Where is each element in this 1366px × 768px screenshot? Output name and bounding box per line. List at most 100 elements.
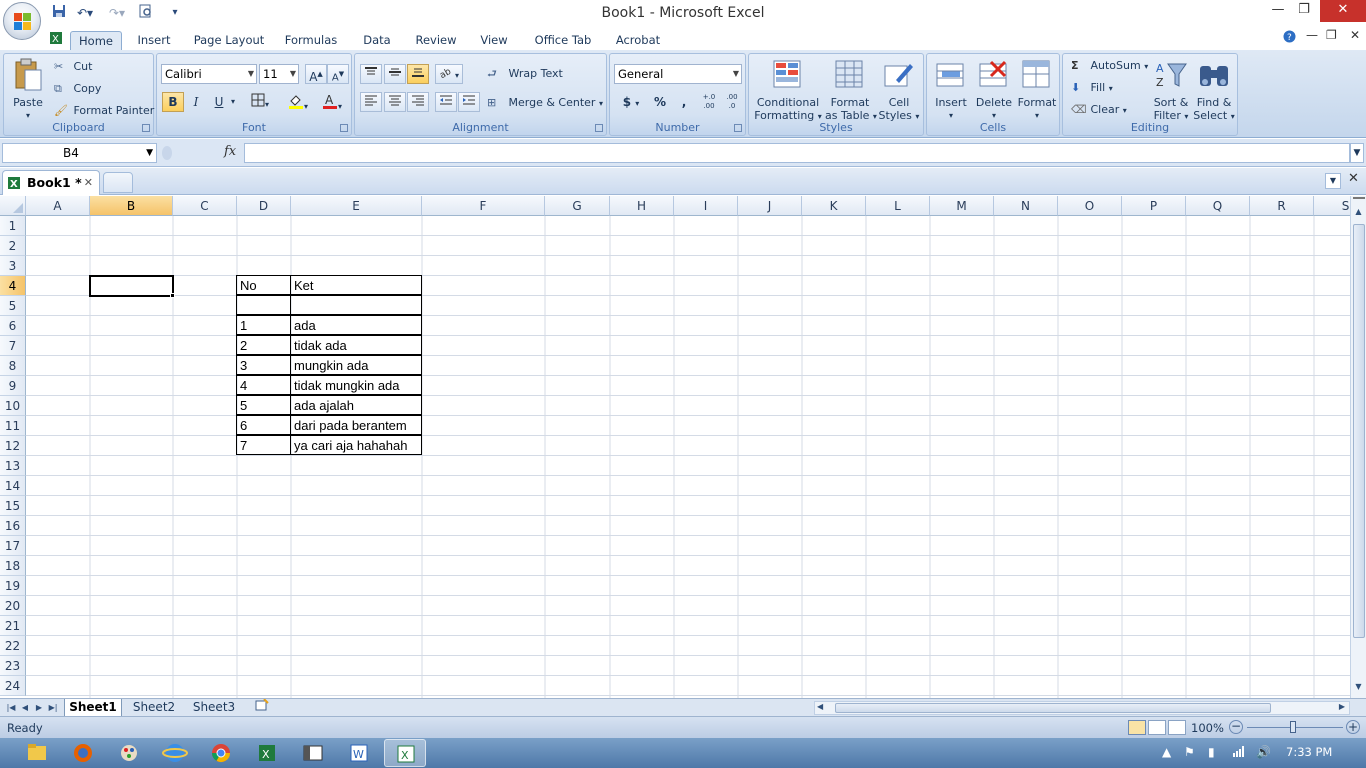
column-header-a[interactable]: A [26, 196, 90, 216]
scroll-up-icon[interactable]: ▲ [1351, 207, 1366, 221]
vertical-scrollbar[interactable]: ▲ ▼ [1350, 196, 1366, 698]
cell-d10[interactable]: 5 [236, 395, 291, 415]
cell-styles-button[interactable]: Cell Styles ▾ [877, 56, 921, 122]
alignment-dialog-launcher-icon[interactable] [595, 124, 603, 132]
percent-button[interactable]: % [649, 92, 671, 112]
column-header-k[interactable]: K [802, 196, 866, 216]
shrink-font-button[interactable]: A▼ [327, 64, 349, 84]
restore-icon[interactable]: ❐ [1290, 0, 1318, 22]
row-header-8[interactable]: 8 [0, 356, 26, 376]
clipboard-dialog-launcher-icon[interactable] [142, 124, 150, 132]
tab-data[interactable]: Data [360, 31, 394, 50]
sheet-tab-sheet1[interactable]: Sheet1 [64, 699, 122, 717]
column-header-g[interactable]: G [545, 196, 610, 216]
new-workbook-tab-button[interactable] [103, 172, 133, 193]
fill-color-button[interactable]: ▾ [283, 92, 313, 112]
zoom-slider-thumb[interactable] [1290, 721, 1296, 733]
font-color-button[interactable]: A ▾ [317, 92, 347, 112]
normal-view-icon[interactable] [1128, 720, 1146, 735]
ribbon-minimize-icon[interactable]: — [1306, 28, 1318, 42]
tab-office-tab[interactable]: Office Tab [530, 31, 596, 50]
bold-button[interactable]: B [162, 92, 184, 112]
row-header-17[interactable]: 17 [0, 536, 26, 556]
column-header-i[interactable]: I [674, 196, 738, 216]
column-header-j[interactable]: J [738, 196, 802, 216]
formula-input[interactable] [244, 143, 1350, 163]
orientation-icon[interactable]: ab ▾ [435, 64, 463, 84]
row-header-4[interactable]: 4 [0, 276, 26, 296]
name-box[interactable]: B4 ▼ [2, 143, 157, 163]
format-painter-button[interactable]: 🖌 Format Painter [54, 104, 154, 118]
cell-e8[interactable]: mungkin ada [290, 355, 422, 375]
tab-page-layout[interactable]: Page Layout [192, 31, 266, 50]
row-header-3[interactable]: 3 [0, 256, 26, 276]
cut-button[interactable]: ✂ Cut [54, 60, 92, 74]
volume-icon[interactable]: 🔊 [1256, 745, 1271, 759]
decrease-indent-icon[interactable] [435, 92, 457, 112]
increase-indent-icon[interactable] [458, 92, 480, 112]
column-header-b[interactable]: B [90, 196, 173, 216]
sort-filter-button[interactable]: AZ Sort & Filter ▾ [1151, 56, 1191, 122]
file-explorer-icon[interactable] [16, 739, 58, 767]
zoom-level[interactable]: 100% [1191, 721, 1224, 735]
row-header-16[interactable]: 16 [0, 516, 26, 536]
row-header-21[interactable]: 21 [0, 616, 26, 636]
zoom-in-icon[interactable]: + [1346, 720, 1360, 734]
office-button[interactable] [3, 2, 41, 40]
decrease-decimal-button[interactable]: .00 .0 [721, 92, 743, 112]
column-header-m[interactable]: M [930, 196, 994, 216]
row-header-18[interactable]: 18 [0, 556, 26, 576]
page-layout-view-icon[interactable] [1148, 720, 1166, 735]
column-header-s[interactable]: S [1314, 196, 1350, 216]
paste-button[interactable]: Paste ▾ [8, 56, 48, 120]
align-center-icon[interactable] [384, 92, 406, 112]
cell-d4[interactable]: No [236, 275, 291, 295]
column-header-h[interactable]: H [610, 196, 674, 216]
network-signal-icon[interactable] [1232, 745, 1246, 760]
comma-button[interactable]: , [673, 92, 695, 112]
font-name-select[interactable]: Calibri ▼ [161, 64, 257, 84]
page-break-view-icon[interactable] [1168, 720, 1186, 735]
expand-formula-bar-icon[interactable]: ▼ [1350, 143, 1364, 163]
last-sheet-icon[interactable]: ▶| [46, 700, 60, 715]
row-header-10[interactable]: 10 [0, 396, 26, 416]
font-dialog-launcher-icon[interactable] [340, 124, 348, 132]
chrome-icon[interactable] [200, 739, 242, 767]
workbook-tab-book1[interactable]: X Book1 * ✕ [2, 170, 100, 195]
row-header-5[interactable]: 5 [0, 296, 26, 316]
currency-button[interactable]: $ ▾ [616, 92, 646, 112]
column-header-p[interactable]: P [1122, 196, 1186, 216]
column-header-d[interactable]: D [237, 196, 291, 216]
row-header-7[interactable]: 7 [0, 336, 26, 356]
tab-view[interactable]: View [476, 31, 512, 50]
row-header-2[interactable]: 2 [0, 236, 26, 256]
window-app-icon[interactable] [292, 739, 334, 767]
cell-e11[interactable]: dari pada berantem [290, 415, 422, 435]
align-left-icon[interactable] [360, 92, 382, 112]
number-format-select[interactable]: General ▼ [614, 64, 742, 84]
number-dialog-launcher-icon[interactable] [734, 124, 742, 132]
row-header-6[interactable]: 6 [0, 316, 26, 336]
row-header-13[interactable]: 13 [0, 456, 26, 476]
scroll-right-icon[interactable]: ▶ [1339, 702, 1345, 711]
align-top-icon[interactable] [360, 64, 382, 84]
row-header-12[interactable]: 12 [0, 436, 26, 456]
horizontal-scrollbar[interactable]: ◀ ▶ [814, 701, 1350, 715]
row-header-9[interactable]: 9 [0, 376, 26, 396]
row-header-14[interactable]: 14 [0, 476, 26, 496]
cell-d9[interactable]: 4 [236, 375, 291, 395]
column-header-f[interactable]: F [422, 196, 545, 216]
cell-e12[interactable]: ya cari aja hahahah [290, 435, 422, 455]
sheet-tab-sheet2[interactable]: Sheet2 [126, 699, 182, 717]
format-cells-button[interactable]: Format ▾ [1015, 56, 1059, 120]
row-header-19[interactable]: 19 [0, 576, 26, 596]
cell-e4[interactable]: Ket [290, 275, 422, 295]
excel-taskbar-icon[interactable]: X [384, 739, 426, 767]
copy-button[interactable]: ⧉ Copy [54, 82, 101, 96]
tab-review[interactable]: Review [412, 31, 460, 50]
underline-button[interactable]: U [208, 92, 230, 112]
tab-acrobat[interactable]: Acrobat [612, 31, 664, 50]
tab-insert[interactable]: Insert [134, 31, 174, 50]
borders-button[interactable]: ▾ [245, 92, 275, 112]
font-size-select[interactable]: 11 ▼ [259, 64, 299, 84]
